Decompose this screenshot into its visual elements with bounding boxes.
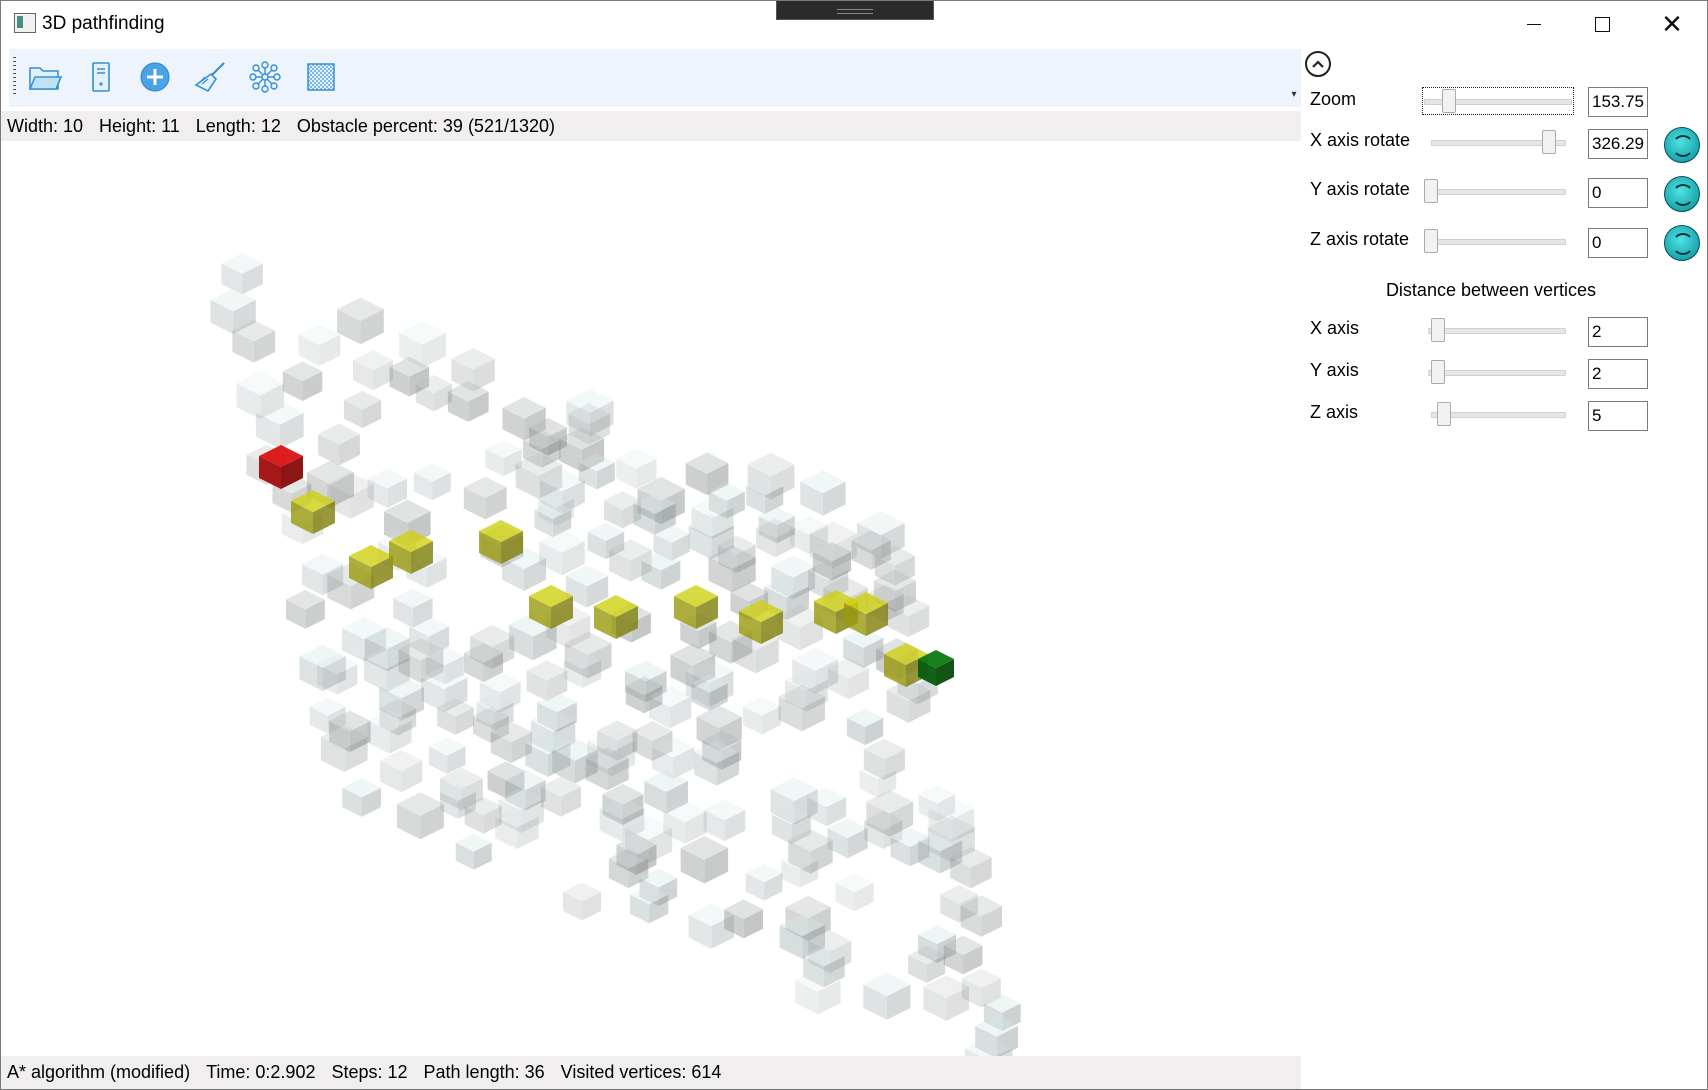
x-rotate-slider[interactable] [1431,130,1566,154]
x-axis-slider-thumb[interactable] [1431,318,1445,342]
visited-status: Visited vertices: 614 [560,1062,722,1082]
obstacle-cube [827,818,868,859]
obstacle-cube [318,423,360,466]
y-axis-label: Y axis [1310,360,1359,380]
z-rotate-label: Z axis rotate [1310,229,1410,249]
app-icon [14,13,36,33]
obstacle-cube [745,863,783,901]
obstacle-cube [380,750,423,793]
x-rotate-slider-thumb[interactable] [1542,130,1556,154]
zoom-label: Zoom [1310,89,1357,109]
z-axis-slider-thumb[interactable] [1437,402,1451,426]
3d-grid-scene[interactable] [1,141,1301,1056]
obstacle-cube [562,882,602,921]
obstacle-cube [863,972,911,1020]
height-info: Height: 11 [99,116,180,136]
distance-section-title: Distance between vertices [1385,280,1597,300]
texture-button[interactable] [301,57,341,97]
close-button[interactable]: ✕ [1637,1,1707,47]
obstacle-cube [413,463,451,501]
broom-icon [194,62,225,93]
x-rotate-label: X axis rotate [1310,130,1411,150]
obstacle-cube [742,696,781,735]
zoom-slider[interactable] [1422,87,1574,115]
toolbar-overflow-button[interactable]: ▾ [1287,89,1301,105]
add-button[interactable] [135,57,175,97]
toolbar: ▾ [9,49,1301,107]
time-status: Time: 0:2.902 [206,1062,316,1082]
x-rotate-reset-button[interactable] [1664,127,1700,163]
y-rotate-reset-button[interactable] [1664,176,1700,212]
obstacle-cube [800,470,846,516]
3d-viewport[interactable] [1,141,1301,1056]
z-axis-label: Z axis [1310,402,1359,422]
x-axis-label: X axis [1310,318,1360,338]
obstacle-cube [680,836,729,884]
maximize-icon [1594,16,1610,32]
window-title: 3D pathfinding [42,13,165,34]
open-button[interactable] [25,57,65,97]
z-axis-input[interactable]: 5 [1588,401,1648,431]
obstacle-cube [396,792,444,840]
collapse-panel-button[interactable] [1305,51,1331,77]
folder-open-icon [28,67,62,90]
x-rotate-input[interactable]: 326.29 [1588,129,1648,159]
server-button[interactable] [81,57,121,97]
close-icon: ✕ [1661,9,1683,39]
obstacle-cube [343,390,382,428]
obstacle-cube [835,873,874,912]
obstacle-cube [337,297,384,345]
obstacle-cube [298,323,341,366]
server-icon [92,62,110,92]
obstacle-cube [846,708,884,746]
toolbar-grip[interactable] [13,57,16,97]
graph-nodes-icon [249,61,281,93]
minimize-icon [1527,23,1541,25]
y-rotate-slider-thumb[interactable] [1424,179,1438,203]
zoom-input[interactable]: 153.75 [1588,87,1648,117]
minimize-button[interactable] [1499,1,1569,47]
x-axis-input[interactable]: 2 [1588,317,1648,347]
maximize-button[interactable] [1567,1,1637,47]
y-axis-slider-thumb[interactable] [1431,360,1445,384]
obstacle-cube [342,778,381,817]
obstacle-cube [285,589,325,629]
z-rotate-slider[interactable] [1424,229,1566,253]
y-rotate-slider[interactable] [1424,179,1566,203]
path-length-status: Path length: 36 [423,1062,545,1082]
add-circle-icon [140,62,170,92]
app-window: 3D pathfinding ✕ ▾ Width: 10 Height: 11 … [0,0,1708,1090]
length-info: Length: 12 [195,116,281,136]
width-info: Width: 10 [7,116,84,136]
chevron-up-icon [1312,60,1324,68]
status-bar: A* algorithm (modified) Time: 0:2.902 Step… [1,1056,1301,1089]
steps-status: Steps: 12 [331,1062,408,1082]
x-axis-slider[interactable] [1428,318,1566,342]
obstacle-cube [703,799,746,842]
obstacle-cube [455,833,492,870]
z-axis-slider[interactable] [1431,402,1566,426]
y-rotate-input[interactable]: 0 [1588,178,1648,208]
z-rotate-input[interactable]: 0 [1588,228,1648,258]
obstacle-info: Obstacle percent: 39 (521/1320) [296,116,556,136]
clear-button[interactable] [191,57,231,97]
obstacle-cube [447,381,489,422]
obstacle-cube [221,253,263,295]
y-axis-slider[interactable] [1428,360,1566,384]
y-rotate-label: Y axis rotate [1310,179,1410,199]
grid-info-bar: Width: 10 Height: 11 Length: 12 Obstacle pe… [1,111,1301,141]
drag-handle[interactable] [776,1,934,20]
z-rotate-slider-thumb[interactable] [1424,229,1438,253]
obstacle-cube [463,476,507,520]
algorithm-status: A* algorithm (modified) [7,1062,191,1082]
zoom-slider-thumb[interactable] [1442,89,1456,113]
z-rotate-reset-button[interactable] [1664,225,1700,261]
settings-panel: Zoom 153.75 X axis rotate 326.29 Y axis … [1301,47,1707,1089]
y-axis-input[interactable]: 2 [1588,359,1648,389]
obstacle-cube [282,361,323,401]
grid-texture-icon [307,63,335,91]
title-bar[interactable]: 3D pathfinding ✕ [1,1,1707,47]
graph-button[interactable] [245,57,285,97]
obstacle-cube [353,350,394,391]
